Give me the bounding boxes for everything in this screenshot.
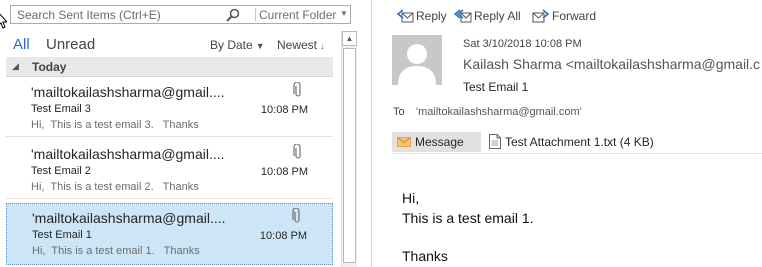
search-scope-dropdown[interactable]: Current Folder xyxy=(259,8,336,22)
search-divider xyxy=(255,8,256,21)
sort-order-label: Newest xyxy=(277,38,318,52)
collapse-triangle-icon[interactable]: ◢ xyxy=(12,61,19,72)
attachment-bar: Message Test Attachment 1.txt (4 KB) xyxy=(392,130,762,154)
message-sender: 'mailtokailashsharma@gmail.... xyxy=(31,84,225,100)
message-preview: Hi, This is a test email 1. Thanks xyxy=(32,245,200,257)
sort-by-dropdown[interactable]: By Date ▼ xyxy=(210,38,265,52)
message-item[interactable]: 'mailtokailashsharma@gmail.... Test Emai… xyxy=(6,78,333,137)
message-subject: Test Email 2 xyxy=(31,165,91,177)
message-item-selected[interactable]: 'mailtokailashsharma@gmail.... Test Emai… xyxy=(6,203,333,265)
envelope-icon xyxy=(397,137,411,147)
search-box[interactable]: Search Sent Items (Ctrl+E) Current Folde… xyxy=(10,5,351,24)
reply-label: Reply xyxy=(416,9,447,23)
message-date: Sat 3/10/2018 10:08 PM xyxy=(463,38,582,50)
body-line: Hi, xyxy=(402,190,420,206)
message-time: 10:08 PM xyxy=(259,230,307,242)
scroll-up-arrow-icon[interactable]: ▲ xyxy=(342,31,357,46)
pane-divider[interactable] xyxy=(371,0,372,267)
forward-label: Forward xyxy=(552,9,597,23)
message-tab-label: Message xyxy=(415,135,464,149)
reply-all-label: Reply All xyxy=(474,9,521,23)
filter-unread-tab[interactable]: Unread xyxy=(46,36,95,53)
file-icon xyxy=(489,134,501,149)
message-list-pane: Search Sent Items (Ctrl+E) Current Folde… xyxy=(0,0,362,267)
message-tab-button[interactable]: Message xyxy=(392,132,481,152)
search-input[interactable]: Search Sent Items (Ctrl+E) xyxy=(17,8,161,22)
paperclip-icon xyxy=(293,144,301,159)
attachment-name: Test Attachment 1.txt (4 KB) xyxy=(505,135,654,149)
message-preview: Hi, This is a test email 3. Thanks xyxy=(31,119,199,131)
chevron-down-icon[interactable]: ▼ xyxy=(340,9,348,18)
chevron-down-icon: ▼ xyxy=(255,41,265,51)
group-header-today[interactable]: ◢ Today xyxy=(6,57,333,77)
forward-icon xyxy=(532,9,550,23)
arrow-down-icon: ↓ xyxy=(320,41,325,51)
message-sender: 'mailtokailashsharma@gmail.... xyxy=(31,146,225,162)
mouse-cursor-icon xyxy=(0,13,7,29)
paperclip-icon xyxy=(292,208,300,223)
message-time: 10:08 PM xyxy=(260,104,308,116)
filter-all-tab[interactable]: All xyxy=(13,36,30,53)
sender-avatar xyxy=(392,35,442,85)
message-subject: Test Email 1 xyxy=(32,229,92,241)
message-preview: Hi, This is a test email 2. Thanks xyxy=(31,181,199,193)
reply-all-icon xyxy=(454,9,472,23)
body-line: Thanks xyxy=(402,248,448,264)
message-item[interactable]: 'mailtokailashsharma@gmail.... Test Emai… xyxy=(6,140,333,199)
message-subject-heading: Test Email 1 xyxy=(463,80,529,94)
message-sender: 'mailtokailashsharma@gmail.... xyxy=(32,210,226,226)
group-label: Today xyxy=(32,60,67,74)
to-recipient[interactable]: 'mailtokailashsharma@gmail.com' xyxy=(416,106,582,118)
to-label: To xyxy=(393,106,405,118)
sort-order-button[interactable]: Newest ↓ xyxy=(277,38,325,52)
scroll-thumb[interactable] xyxy=(343,48,356,263)
sort-by-label: By Date xyxy=(210,38,253,52)
person-placeholder-icon xyxy=(398,44,436,85)
paperclip-icon xyxy=(293,82,301,97)
search-icon[interactable] xyxy=(225,8,241,22)
sender-name[interactable]: Kailash Sharma <mailtokailashsharma@gmai… xyxy=(463,56,760,72)
message-time: 10:08 PM xyxy=(260,166,308,178)
reply-icon xyxy=(396,9,414,23)
message-subject: Test Email 3 xyxy=(31,103,91,115)
message-list-scrollbar[interactable]: ▲ xyxy=(341,31,357,267)
body-line: This is a test email 1. xyxy=(402,210,534,226)
